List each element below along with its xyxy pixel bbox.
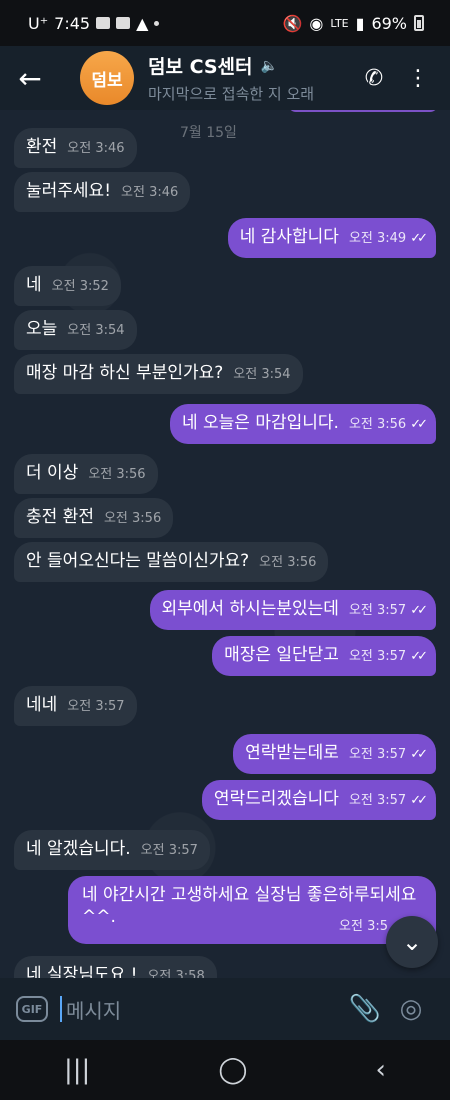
battery-percent: 69%	[371, 13, 407, 33]
chat-title: 덤보 CS센터 🔈	[148, 52, 352, 79]
message-text: 네 오늘은 마감입니다.	[181, 413, 339, 433]
read-check-icon: ✓✓	[410, 603, 428, 618]
message-text: 네 감사합니다	[239, 227, 339, 247]
mute-icon: 🔇	[282, 13, 303, 33]
message-out[interactable]: 외부에서 하시는분있는데 오전 3:57 ✓✓	[149, 590, 436, 630]
camera-icon[interactable]: ◎	[388, 986, 434, 1032]
message-time: 오전 3:57	[348, 603, 407, 618]
message-text: 외부에서 하시는분있는데	[161, 599, 339, 619]
chat-title-area[interactable]: 덤보 CS센터 🔈 마지막으로 접속한 지 오래	[148, 52, 352, 104]
message-text: 네 실장님도요 !	[26, 965, 138, 978]
message-in[interactable]: 매장 마감 하신 부분인가요? 오전 3:54	[14, 354, 303, 394]
paperclip-icon[interactable]: 📎	[342, 986, 388, 1032]
message-time: 오전 3:46	[121, 185, 179, 200]
home-icon[interactable]: ◯	[218, 1055, 247, 1085]
message-text: 눌러주세요!	[26, 181, 112, 201]
message-in[interactable]: 눌러주세요! 오전 3:46	[14, 172, 191, 212]
more-vertical-icon[interactable]: ⋮	[396, 46, 440, 110]
back-arrow-icon[interactable]: ←	[0, 46, 60, 110]
message-time: 오전 3:57	[140, 843, 198, 858]
message-in[interactable]: 네 알겠습니다. 오전 3:57	[14, 830, 210, 870]
message-text: 충전 환전	[26, 507, 94, 527]
message-out[interactable]: 연락받는데로 오전 3:57 ✓✓	[233, 734, 436, 774]
message-time: 오전 3:58	[147, 969, 205, 978]
message-text: 매장은 일단닫고	[224, 645, 339, 665]
message-text: 연락받는데로	[245, 743, 339, 763]
chat-name: 덤보 CS센터	[148, 56, 253, 78]
message-input-bar: GIF 메시지 📎 ◎	[0, 978, 450, 1040]
avatar[interactable]: 덤보	[80, 51, 134, 105]
message-time: 오전 3:49	[348, 231, 407, 246]
message-out[interactable]: 네 감사합니다 오전 3:49 ✓✓	[227, 218, 436, 258]
message-time: 오전 3:54	[67, 323, 125, 338]
message-in[interactable]: 네 실장님도요 ! 오전 3:58	[14, 956, 217, 978]
message-time: 오전 3:46	[67, 141, 125, 156]
gallery-icon	[96, 17, 111, 29]
message-text: 더 이상	[26, 463, 79, 483]
message-list[interactable]: 7월 15일 환전 오전 3:46 눌러주세요! 오전 3:46 네 감사합니다 오전…	[0, 110, 450, 978]
message-out[interactable]: 네 야간시간 고생하세요 실장님 좋은하루되세요^^. 오전 3:5	[68, 876, 436, 944]
last-seen-status: 마지막으로 접속한 지 오래	[148, 85, 315, 103]
read-check-icon: ✓✓	[410, 747, 428, 762]
status-bar: U⁺ 7:45 ▲ 🔇 ◉ LTE ▮ 69%	[0, 0, 450, 46]
read-check-icon: ✓✓	[410, 793, 428, 808]
notification-icon	[116, 17, 131, 29]
message-time: 오전 3:57	[348, 747, 407, 762]
recent-apps-icon[interactable]: |||	[64, 1055, 90, 1085]
message-in[interactable]: 오늘 오전 3:54	[14, 310, 137, 350]
message-time: 오전 3:54	[233, 367, 291, 382]
message-out[interactable]: 연락드리겠습니다 오전 3:57 ✓✓	[201, 780, 436, 820]
android-nav-bar: ||| ◯ ‹	[0, 1040, 450, 1100]
message-time: 오전 3:56	[88, 467, 146, 482]
message-time: 오전 3:56	[103, 511, 162, 526]
status-left: U⁺ 7:45 ▲	[28, 14, 282, 33]
avatar-initials: 덤보	[91, 70, 123, 91]
message-time: 오전 3:57	[67, 699, 125, 714]
read-check-icon: ✓✓	[410, 649, 428, 664]
message-text: 오늘	[26, 319, 58, 339]
chat-header: ← 덤보 덤보 CS센터 🔈 마지막으로 접속한 지 오래 ✆ ⋮	[0, 46, 450, 110]
message-time: 오전 3:57	[348, 649, 407, 664]
status-right: 🔇 ◉ LTE ▮ 69%	[282, 14, 424, 33]
message-time: 오전 3:56	[259, 555, 317, 570]
signal-icon: ▮	[355, 13, 365, 33]
message-time: 오전 3:56	[348, 417, 407, 432]
read-check-icon: ✓✓	[410, 417, 428, 432]
warning-icon: ▲	[136, 13, 149, 33]
message-text: 네 알겠습니다.	[26, 839, 131, 859]
message-time: 오전 3:57	[348, 793, 407, 808]
message-text: 네	[26, 275, 42, 295]
message-time: 오전 3:5	[339, 919, 388, 934]
message-text: 연락드리겠습니다	[213, 789, 339, 809]
phone-icon[interactable]: ✆	[352, 46, 396, 110]
hotspot-icon: ◉	[309, 13, 324, 33]
more-notifications-icon	[154, 20, 160, 26]
gif-button[interactable]: GIF	[16, 996, 48, 1022]
battery-icon	[414, 15, 424, 31]
chevron-down-icon[interactable]: ⌄	[386, 916, 438, 968]
message-in[interactable]: 환전 오전 3:46	[14, 128, 137, 168]
muted-icon: 🔈	[260, 57, 278, 74]
message-in[interactable]: 안 들어오신다는 말씀이신가요? 오전 3:56	[14, 542, 329, 582]
previous-outgoing-bubble	[288, 110, 438, 112]
carrier-label: U⁺	[28, 13, 49, 33]
message-out[interactable]: 매장은 일단닫고 오전 3:57 ✓✓	[212, 636, 436, 676]
lte-label: LTE	[330, 16, 349, 30]
message-text: 안 들어오신다는 말씀이신가요?	[26, 551, 250, 571]
back-icon[interactable]: ‹	[376, 1055, 386, 1085]
message-input[interactable]: 메시지	[60, 996, 342, 1023]
message-in[interactable]: 더 이상 오전 3:56	[14, 454, 158, 494]
message-text: 네네	[26, 695, 58, 715]
message-out[interactable]: 네 오늘은 마감입니다. 오전 3:56 ✓✓	[169, 404, 436, 444]
message-text: 매장 마감 하신 부분인가요?	[26, 363, 224, 383]
message-time: 오전 3:52	[51, 279, 109, 294]
read-check-icon: ✓✓	[410, 231, 428, 246]
clock: 7:45	[54, 13, 91, 33]
message-in[interactable]: 네 오전 3:52	[14, 266, 121, 306]
date-label: 7월 15일	[180, 125, 237, 141]
message-text: 환전	[26, 137, 58, 157]
message-in[interactable]: 네네 오전 3:57	[14, 686, 137, 726]
message-in[interactable]: 충전 환전 오전 3:56	[14, 498, 174, 538]
